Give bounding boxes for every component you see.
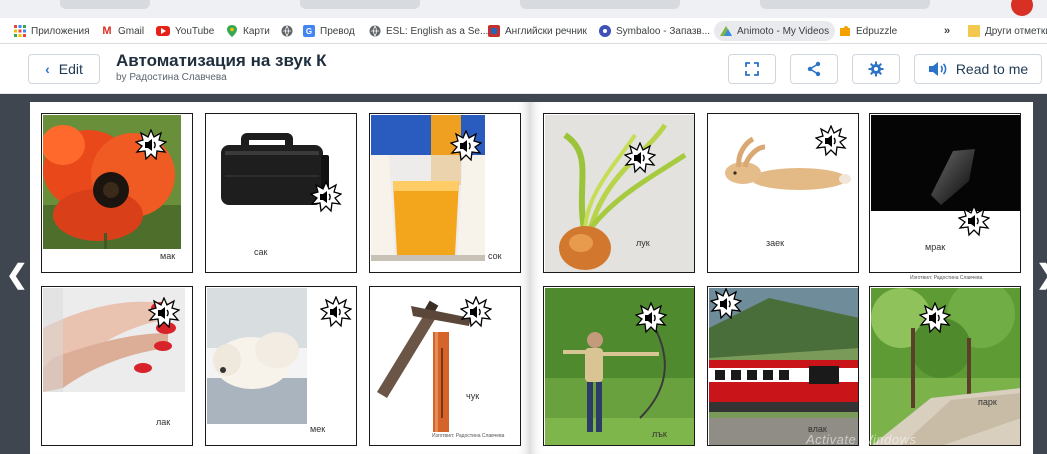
book-title-block: Автоматизация на звук К by Радостина Сла… bbox=[116, 51, 327, 83]
bookmark-dictionary[interactable]: Английски речник bbox=[488, 21, 587, 41]
darkness-image bbox=[871, 115, 1020, 211]
fullscreen-icon bbox=[745, 62, 759, 76]
bookmark-globe[interactable] bbox=[281, 21, 293, 41]
bookmark-esl[interactable]: ESL: English as a Se... bbox=[369, 21, 488, 41]
play-sound-icon[interactable] bbox=[815, 125, 847, 157]
bookmark-label: Gmail bbox=[118, 25, 145, 37]
picture-card-mrak[interactable]: мрак bbox=[869, 113, 1021, 273]
bookmark-label: Други отметки bbox=[985, 25, 1047, 37]
read-to-me-label: Read to me bbox=[955, 61, 1029, 77]
settings-button[interactable] bbox=[852, 54, 900, 84]
read-to-me-button[interactable]: Read to me bbox=[914, 54, 1042, 84]
maps-pin-icon bbox=[226, 25, 238, 37]
picture-card-chuk[interactable]: чук Изготвил: Радостина Славчева bbox=[369, 286, 521, 446]
card-word: заек bbox=[766, 238, 785, 248]
overflow-chevron-icon: » bbox=[944, 25, 951, 37]
gmail-icon: M bbox=[102, 25, 112, 37]
bookmark-apps[interactable]: Приложения bbox=[14, 21, 90, 41]
card-word: мек bbox=[310, 424, 326, 434]
animoto-icon bbox=[720, 25, 732, 37]
fluffy-dog-image bbox=[207, 288, 307, 424]
picture-card-luk[interactable]: лук bbox=[543, 113, 695, 273]
play-sound-icon[interactable] bbox=[919, 302, 951, 334]
play-sound-icon[interactable] bbox=[310, 181, 342, 213]
share-icon bbox=[807, 61, 821, 77]
play-sound-icon[interactable] bbox=[450, 130, 482, 162]
bookmark-translate[interactable]: G Превод bbox=[303, 21, 355, 41]
bookmark-other-folder[interactable]: Други отметки bbox=[968, 21, 1047, 41]
bookmark-label: Карти bbox=[243, 25, 270, 37]
play-sound-icon[interactable] bbox=[148, 297, 180, 329]
card-word: чук bbox=[466, 391, 480, 401]
card-word: сок bbox=[488, 251, 502, 261]
edit-button[interactable]: ‹ Edit bbox=[28, 54, 100, 84]
card-word: мак bbox=[160, 251, 176, 261]
share-button[interactable] bbox=[790, 54, 838, 84]
bookmark-label: Английски речник bbox=[505, 25, 587, 37]
picture-card-mak[interactable]: мак bbox=[41, 113, 193, 273]
bookmark-maps[interactable]: Карти bbox=[226, 21, 270, 41]
card-credit: Изготвил: Радостина Славчева bbox=[910, 275, 983, 281]
card-word: мрак bbox=[925, 242, 946, 252]
bookmark-label: Приложения bbox=[31, 25, 90, 37]
play-sound-icon[interactable] bbox=[460, 296, 492, 328]
translate-icon: G bbox=[303, 25, 315, 37]
bookmark-label: Animoto - My Videos bbox=[737, 25, 830, 37]
globe-icon bbox=[369, 25, 381, 37]
page-title: Автоматизация на звук К bbox=[116, 51, 327, 70]
edit-label: Edit bbox=[58, 61, 83, 77]
bookmark-label: Превод bbox=[320, 25, 355, 37]
card-word: лък bbox=[652, 429, 667, 439]
play-sound-icon[interactable] bbox=[710, 288, 742, 320]
symbaloo-icon bbox=[599, 25, 611, 37]
bookmark-label: ESL: English as a Se... bbox=[386, 25, 489, 37]
card-word: лук bbox=[636, 238, 650, 248]
card-word: сак bbox=[254, 247, 268, 257]
apps-grid-icon bbox=[14, 25, 26, 37]
bookmark-label: Symbaloo - Запазв... bbox=[616, 25, 711, 37]
bookmark-symbaloo[interactable]: Symbaloo - Запазв... bbox=[599, 21, 710, 41]
speaker-icon bbox=[928, 62, 947, 76]
globe-icon bbox=[281, 25, 293, 37]
folder-icon bbox=[968, 25, 980, 37]
app-header: ‹ Edit Автоматизация на звук К by Радост… bbox=[0, 44, 1047, 94]
bookmark-label: Edpuzzle bbox=[856, 25, 898, 37]
play-sound-icon[interactable] bbox=[135, 129, 167, 161]
bookmarks-bar: Приложения M Gmail YouTube Карти G Прево… bbox=[0, 0, 1047, 44]
play-sound-icon[interactable] bbox=[635, 302, 667, 334]
browser-address-strip bbox=[0, 0, 1047, 18]
bookmarks-overflow-button[interactable]: » bbox=[944, 21, 950, 41]
card-word: лак bbox=[156, 417, 171, 427]
onion-image bbox=[545, 115, 694, 272]
bookmark-animoto[interactable]: Animoto - My Videos bbox=[714, 21, 836, 41]
edpuzzle-icon bbox=[839, 25, 851, 37]
gear-icon bbox=[868, 61, 884, 77]
play-sound-icon[interactable] bbox=[958, 205, 990, 237]
chevron-left-icon: ‹ bbox=[45, 61, 50, 77]
next-page-arrow[interactable]: ❯ bbox=[1036, 259, 1047, 290]
card-word: парк bbox=[978, 397, 997, 407]
bookmark-youtube[interactable]: YouTube bbox=[156, 21, 214, 41]
card-credit: Изготвил: Радостина Славчева bbox=[432, 433, 505, 439]
os-watermark: Activate Windows bbox=[806, 432, 917, 447]
previous-page-arrow[interactable]: ❮ bbox=[6, 259, 28, 290]
bookmark-gmail[interactable]: M Gmail bbox=[101, 21, 144, 41]
book-author: by Радостина Славчева bbox=[116, 72, 227, 83]
bookmark-edpuzzle[interactable]: Edpuzzle bbox=[839, 21, 897, 41]
play-sound-icon[interactable] bbox=[624, 142, 656, 174]
bookmark-label: YouTube bbox=[175, 25, 215, 37]
archer-image bbox=[545, 288, 694, 445]
fullscreen-button[interactable] bbox=[728, 54, 776, 84]
youtube-icon bbox=[156, 26, 170, 36]
dictionary-icon bbox=[488, 25, 500, 37]
picture-card-lak-bow[interactable]: лък bbox=[543, 286, 695, 446]
play-sound-icon[interactable] bbox=[320, 296, 352, 328]
picture-card-sok[interactable]: сок bbox=[369, 113, 521, 273]
